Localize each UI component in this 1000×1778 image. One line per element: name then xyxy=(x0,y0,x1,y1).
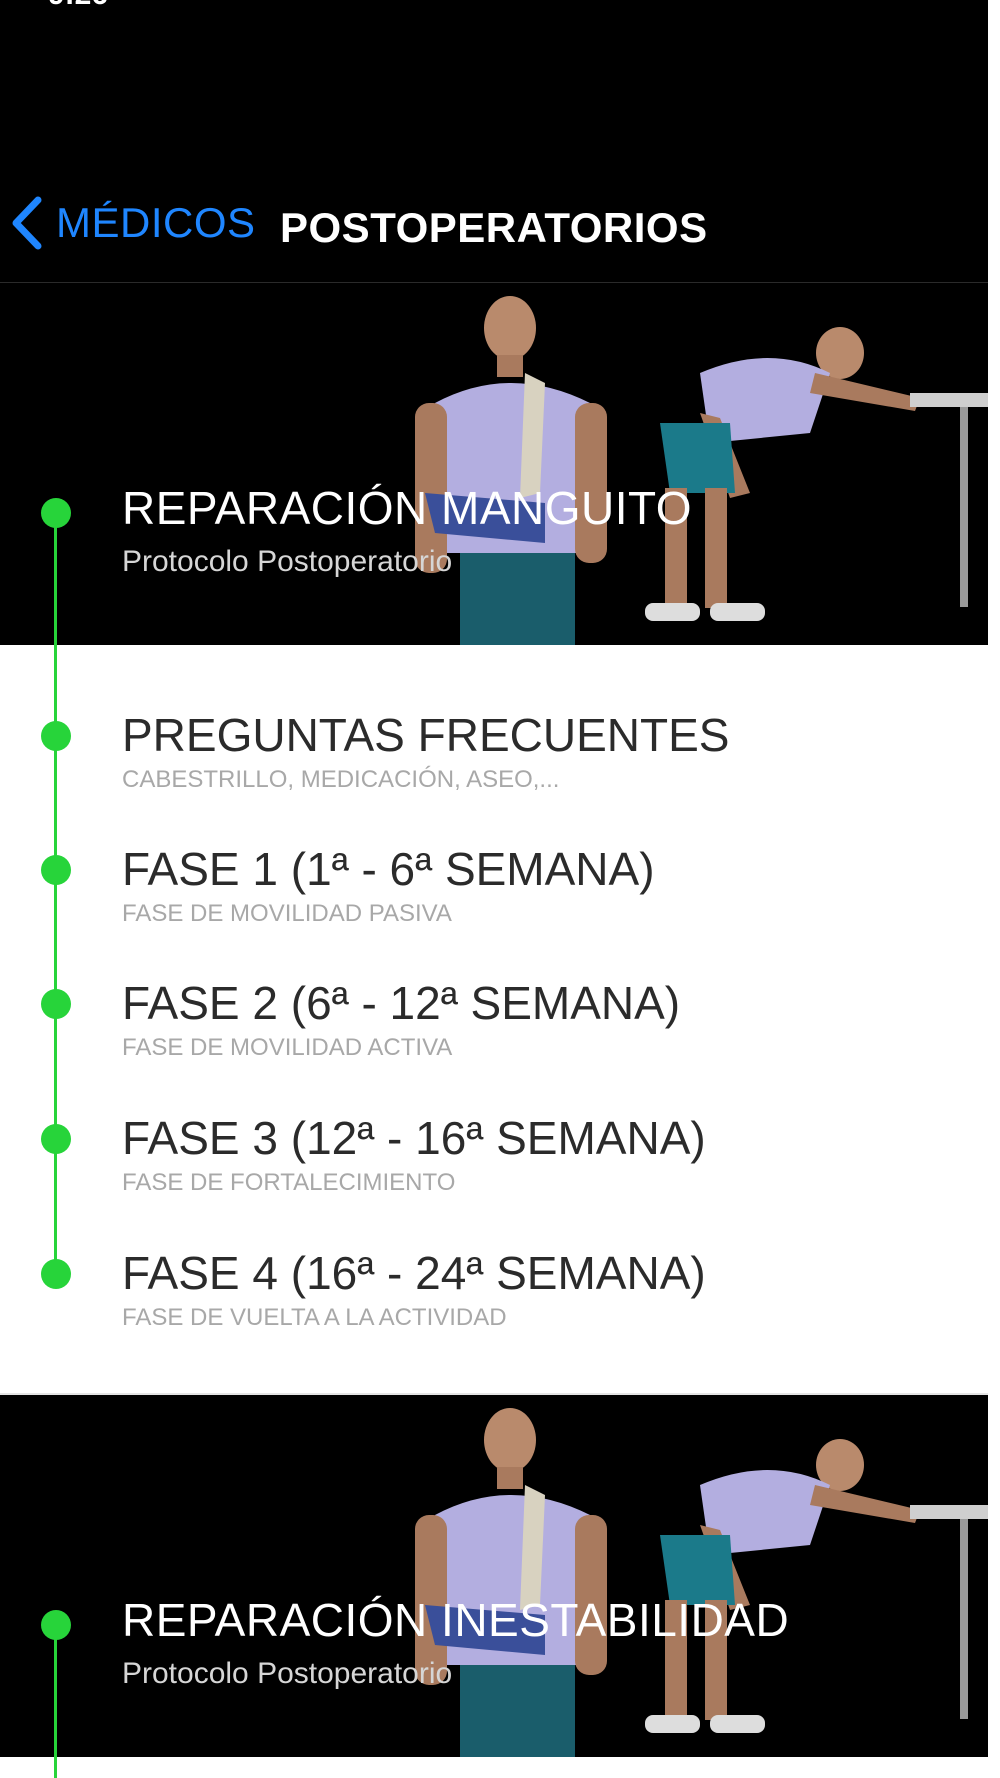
section-title: REPARACIÓN MANGUITO xyxy=(122,482,693,534)
timeline-dot xyxy=(41,498,71,528)
patient-sling-illustration xyxy=(415,1408,607,1757)
list-item-title: FASE 2 (6ª - 12ª SEMANA) xyxy=(122,977,681,1029)
section-header-inestabilidad[interactable]: REPARACIÓN INESTABILIDAD Protocolo Posto… xyxy=(0,1395,988,1757)
list-item-fase-4[interactable]: FASE 4 (16ª - 24ª SEMANA) FASE DE VUELTA… xyxy=(122,1246,706,1332)
section-header-manguito[interactable]: REPARACIÓN MANGUITO Protocolo Postoperat… xyxy=(0,283,988,645)
status-icons xyxy=(748,0,948,6)
list-item-subtitle: FASE DE FORTALECIMIENTO xyxy=(122,1169,456,1196)
page-title: POSTOPERATORIOS xyxy=(280,204,708,251)
timeline-dot xyxy=(41,1259,71,1289)
list-item-preguntas-frecuentes[interactable]: PREGUNTAS FRECUENTES CABESTRILLO, MEDICA… xyxy=(122,708,729,794)
section-title: REPARACIÓN INESTABILIDAD xyxy=(122,1594,790,1646)
timeline-line xyxy=(54,513,57,1275)
list-item-fase-2[interactable]: FASE 2 (6ª - 12ª SEMANA) FASE DE MOVILID… xyxy=(122,976,680,1062)
list-item-subtitle: FASE DE MOVILIDAD PASIVA xyxy=(122,900,452,927)
back-button[interactable]: MÉDICOS xyxy=(10,196,256,250)
patient-sling-illustration xyxy=(415,296,607,645)
list-item-fase-1[interactable]: FASE 1 (1ª - 6ª SEMANA) FASE DE MOVILIDA… xyxy=(122,842,655,928)
chevron-left-icon xyxy=(12,196,42,250)
back-label: MÉDICOS xyxy=(56,199,256,246)
exercise-illustration xyxy=(645,1439,988,1733)
list-item-title: PREGUNTAS FRECUENTES xyxy=(122,709,730,761)
timeline-dot xyxy=(41,1610,71,1640)
status-time: 9:26 xyxy=(48,0,108,12)
list-item-fase-3[interactable]: FASE 3 (12ª - 16ª SEMANA) FASE DE FORTAL… xyxy=(122,1111,706,1197)
timeline-dot xyxy=(41,721,71,751)
section-subtitle: Protocolo Postoperatorio xyxy=(122,545,453,578)
list-item-subtitle: CABESTRILLO, MEDICACIÓN, ASEO,... xyxy=(122,766,560,793)
timeline-dot xyxy=(41,1124,71,1154)
exercise-illustration xyxy=(645,327,988,621)
list-item-subtitle: FASE DE MOVILIDAD ACTIVA xyxy=(122,1034,453,1061)
list-item-title: FASE 4 (16ª - 24ª SEMANA) xyxy=(122,1247,706,1299)
list-item-title: FASE 1 (1ª - 6ª SEMANA) xyxy=(122,843,655,895)
timeline-dot xyxy=(41,989,71,1019)
section-subtitle: Protocolo Postoperatorio xyxy=(122,1657,453,1690)
timeline-line xyxy=(54,1625,57,1778)
timeline-dot xyxy=(41,855,71,885)
list-item-subtitle: FASE DE VUELTA A LA ACTIVIDAD xyxy=(122,1304,507,1331)
navigation-bar: 9:26 MÉDICOS POSTOPERATORIOS xyxy=(0,0,988,283)
list-item-title: FASE 3 (12ª - 16ª SEMANA) xyxy=(122,1112,706,1164)
